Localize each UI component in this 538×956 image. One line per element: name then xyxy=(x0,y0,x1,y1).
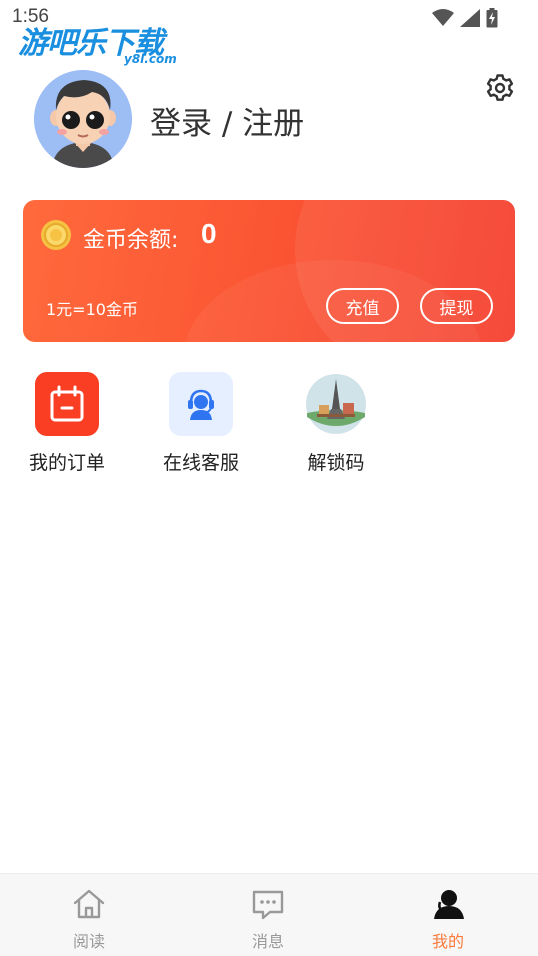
avatar-illustration xyxy=(34,70,132,168)
nav-read-label: 阅读 xyxy=(72,932,105,951)
watermark-logo: 游吧乐下载 y8l.com xyxy=(18,18,188,70)
nav-item-read[interactable]: 阅读 xyxy=(39,886,139,952)
my-orders-button[interactable]: 我的订单 xyxy=(17,372,117,475)
online-service-label: 在线客服 xyxy=(162,452,239,474)
message-icon xyxy=(252,890,284,920)
status-icons xyxy=(432,8,498,28)
user-icon xyxy=(434,890,464,919)
unlock-code-label: 解锁码 xyxy=(307,452,365,474)
online-service-button[interactable]: 在线客服 xyxy=(151,372,251,475)
avatar[interactable] xyxy=(34,70,132,168)
battery-icon xyxy=(486,8,498,28)
login-register-link[interactable]: 登录 / 注册 xyxy=(150,98,304,143)
my-orders-label: 我的订单 xyxy=(28,452,105,474)
calendar-icon xyxy=(50,385,84,422)
home-icon xyxy=(73,889,105,919)
nav-mine-label: 我的 xyxy=(431,932,464,951)
coin-balance-value: 0 xyxy=(201,218,217,249)
coin-balance-label: 金币余额: xyxy=(83,228,179,253)
settings-button[interactable] xyxy=(484,72,516,104)
orders-icon-tile xyxy=(35,372,99,436)
coin-balance-card: 金币余额: 0 1元=10金币 充值 提现 xyxy=(23,200,515,342)
eiffel-tower-icon xyxy=(306,374,366,434)
wifi-icon xyxy=(432,9,454,26)
unlock-code-button[interactable]: 解锁码 xyxy=(286,372,386,475)
headset-agent-icon xyxy=(188,389,214,420)
nav-messages-label: 消息 xyxy=(251,932,284,951)
unlock-icon-tile xyxy=(304,372,368,436)
service-icon-tile xyxy=(169,372,233,436)
withdraw-button[interactable]: 提现 xyxy=(420,288,493,324)
exchange-rate-text: 1元=10金币 xyxy=(46,300,138,319)
gear-icon xyxy=(486,74,514,101)
signal-icon xyxy=(460,9,480,27)
bottom-nav: 阅读 消息 我的 xyxy=(0,873,538,956)
recharge-button[interactable]: 充值 xyxy=(326,288,399,324)
watermark-subtitle: y8l.com xyxy=(124,52,177,66)
coin-icon xyxy=(41,220,71,250)
nav-item-messages[interactable]: 消息 xyxy=(218,886,318,952)
nav-item-mine[interactable]: 我的 xyxy=(398,886,498,952)
